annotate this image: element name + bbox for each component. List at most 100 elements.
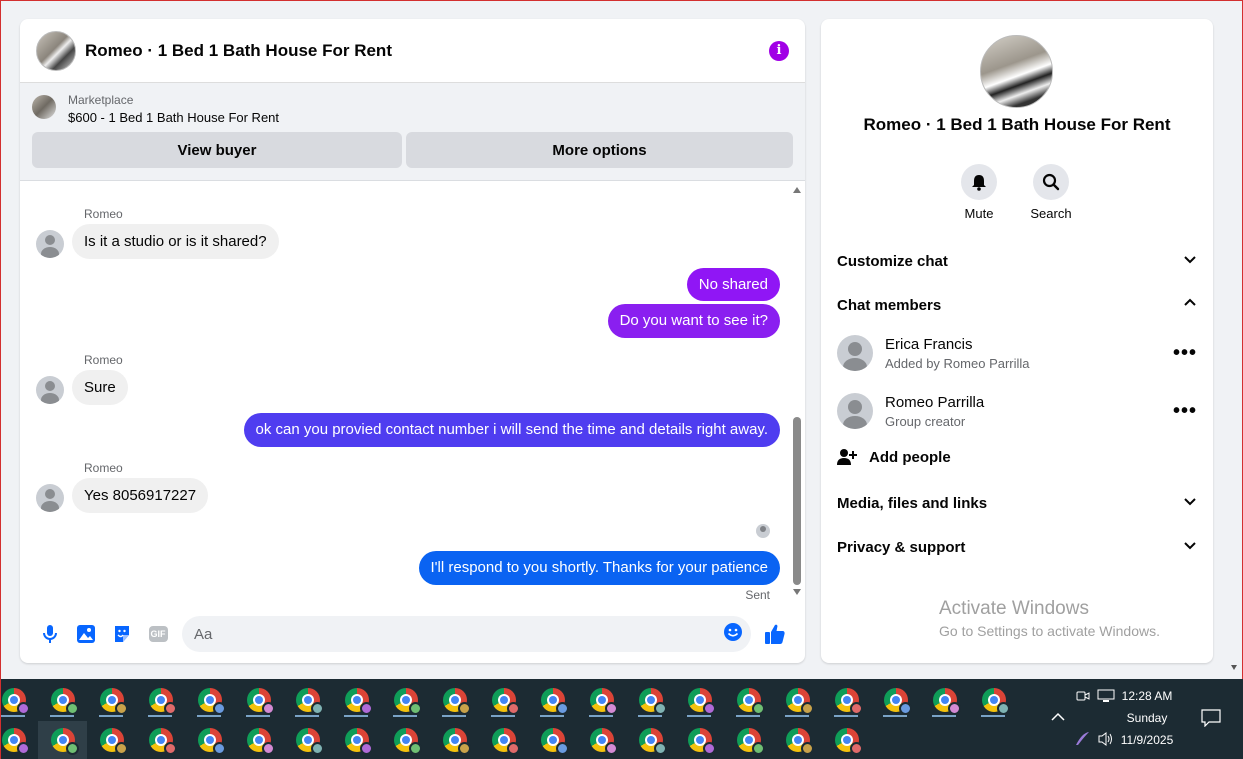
chat-title[interactable]: Romeo · 1 Bed 1 Bath House For Rent <box>85 41 769 61</box>
taskbar-browser-icon[interactable] <box>0 721 38 759</box>
taskbar-browser-icon[interactable] <box>136 681 185 719</box>
taskbar-browser-icon[interactable] <box>381 681 430 719</box>
taskbar-browser-icon[interactable] <box>430 681 479 719</box>
message-input-box[interactable] <box>182 616 751 652</box>
message-bubble-outgoing[interactable]: ok can you provied contact number i will… <box>243 413 780 447</box>
microphone-icon[interactable] <box>32 616 68 652</box>
taskbar-browser-icon[interactable] <box>822 721 871 759</box>
taskbar-browser-icon[interactable] <box>234 721 283 759</box>
taskbar-browser-icon[interactable] <box>430 721 479 759</box>
listing-price[interactable]: $600 - 1 Bed 1 Bath House For Rent <box>68 110 279 125</box>
taskbar-browser-icon[interactable] <box>724 681 773 719</box>
member-row[interactable]: Erica Francis Added by Romeo Parrilla ••… <box>837 333 1197 373</box>
taskbar-browser-icon[interactable] <box>577 681 626 719</box>
sender-avatar[interactable] <box>36 230 64 258</box>
chevron-down-icon[interactable] <box>1183 538 1197 556</box>
member-avatar[interactable] <box>837 393 873 429</box>
taskbar-browser-icon[interactable] <box>479 721 528 759</box>
taskbar-browser-icon[interactable] <box>724 721 773 759</box>
notification-icon[interactable] <box>1201 709 1221 730</box>
chevron-down-icon[interactable] <box>1183 494 1197 512</box>
message-bubble-incoming[interactable]: Yes 8056917227 <box>72 478 209 513</box>
taskbar-browser-icon[interactable] <box>675 721 724 759</box>
taskbar-browser-icon[interactable] <box>577 721 626 759</box>
taskbar-browser-icon[interactable] <box>0 681 38 719</box>
taskbar-browser-icon[interactable] <box>626 681 675 719</box>
gif-icon[interactable]: GIF <box>140 616 176 652</box>
running-indicator <box>197 715 221 717</box>
taskbar-browser-icon[interactable] <box>332 721 381 759</box>
message-bubble-outgoing[interactable]: No shared <box>686 268 780 301</box>
member-avatar[interactable] <box>837 335 873 371</box>
group-avatar[interactable] <box>980 35 1053 108</box>
mute-action[interactable]: Mute <box>949 164 1009 221</box>
message-list: Romeo Is it a studio or is it shared? No… <box>20 182 805 602</box>
chat-members-section[interactable]: Chat members <box>837 293 1197 317</box>
taskbar-browser-icon[interactable] <box>87 681 136 719</box>
chevron-up-icon[interactable] <box>1183 296 1197 314</box>
pen-icon[interactable] <box>1074 731 1090 750</box>
taskbar-browser-icon[interactable] <box>871 681 920 719</box>
meet-icon[interactable] <box>1076 689 1090 706</box>
message-input[interactable] <box>194 625 723 643</box>
info-title: Romeo · 1 Bed 1 Bath House For Rent <box>863 115 1171 134</box>
taskbar-browser-icon[interactable] <box>381 721 430 759</box>
message-bubble-incoming[interactable]: Is it a studio or is it shared? <box>72 224 279 259</box>
bell-icon[interactable] <box>961 164 997 200</box>
view-buyer-button[interactable]: View buyer <box>32 132 402 168</box>
taskbar-browser-icon[interactable] <box>234 681 283 719</box>
taskbar-browser-icon[interactable] <box>822 681 871 719</box>
image-icon[interactable] <box>68 616 104 652</box>
taskbar-browser-icon[interactable] <box>136 721 185 759</box>
taskbar-browser-icon[interactable] <box>332 681 381 719</box>
more-options-icon[interactable]: ••• <box>1173 401 1197 421</box>
add-people-button[interactable]: Add people <box>837 447 951 467</box>
taskbar-browser-icon[interactable] <box>773 681 822 719</box>
clock-day[interactable]: Sunday <box>1112 711 1182 725</box>
member-name: Romeo Parrilla <box>885 393 985 411</box>
profile-badge-icon <box>751 742 765 755</box>
sticker-icon[interactable] <box>104 616 140 652</box>
taskbar-browser-icon[interactable] <box>185 681 234 719</box>
privacy-support-section[interactable]: Privacy & support <box>837 535 1197 559</box>
chevron-up-icon[interactable] <box>1051 711 1065 725</box>
taskbar-browser-icon[interactable] <box>283 681 332 719</box>
media-files-links-section[interactable]: Media, files and links <box>837 491 1197 515</box>
taskbar-browser-icon[interactable] <box>626 721 675 759</box>
taskbar-browser-icon[interactable] <box>283 721 332 759</box>
member-row[interactable]: Romeo Parrilla Group creator ••• <box>837 391 1197 431</box>
message-scrollbar[interactable] <box>793 187 801 595</box>
customize-chat-section[interactable]: Customize chat <box>837 249 1197 273</box>
scroll-thumb[interactable] <box>793 417 801 585</box>
sender-avatar[interactable] <box>36 484 64 512</box>
sender-avatar[interactable] <box>36 376 64 404</box>
clock-date[interactable]: 11/9/2025 <box>1112 733 1182 747</box>
taskbar-browser-icon[interactable] <box>87 721 136 759</box>
thumbs-up-icon[interactable] <box>757 616 793 652</box>
message-bubble-outgoing[interactable]: Do you want to see it? <box>607 304 780 338</box>
emoji-icon[interactable] <box>723 622 743 647</box>
more-options-icon[interactable]: ••• <box>1173 343 1197 363</box>
taskbar-browser-icon[interactable] <box>528 681 577 719</box>
info-icon[interactable]: i <box>769 40 789 61</box>
taskbar-browser-icon[interactable] <box>773 721 822 759</box>
taskbar-browser-icon[interactable] <box>38 681 87 719</box>
more-options-button[interactable]: More options <box>406 132 793 168</box>
taskbar-browser-icon[interactable] <box>920 681 969 719</box>
taskbar-browser-icon[interactable] <box>185 721 234 759</box>
taskbar-browser-icon[interactable] <box>675 681 724 719</box>
taskbar-browser-icon[interactable] <box>528 721 577 759</box>
message-bubble-incoming[interactable]: Sure <box>72 370 128 405</box>
scroll-up-arrow-icon[interactable] <box>793 187 801 193</box>
taskbar-browser-icon[interactable] <box>38 721 87 759</box>
search-icon[interactable] <box>1033 164 1069 200</box>
scroll-down-arrow-icon[interactable] <box>793 589 801 595</box>
search-action[interactable]: Search <box>1021 164 1081 221</box>
chat-avatar[interactable] <box>36 30 76 71</box>
taskbar-browser-icon[interactable] <box>479 681 528 719</box>
message-bubble-outgoing[interactable]: I'll respond to you shortly. Thanks for … <box>418 551 780 585</box>
clock-time[interactable]: 12:28 AM <box>1112 689 1182 703</box>
page-scroll-down-arrow-icon[interactable] <box>1231 665 1237 670</box>
taskbar-browser-icon[interactable] <box>969 681 1018 719</box>
chevron-down-icon[interactable] <box>1183 252 1197 270</box>
